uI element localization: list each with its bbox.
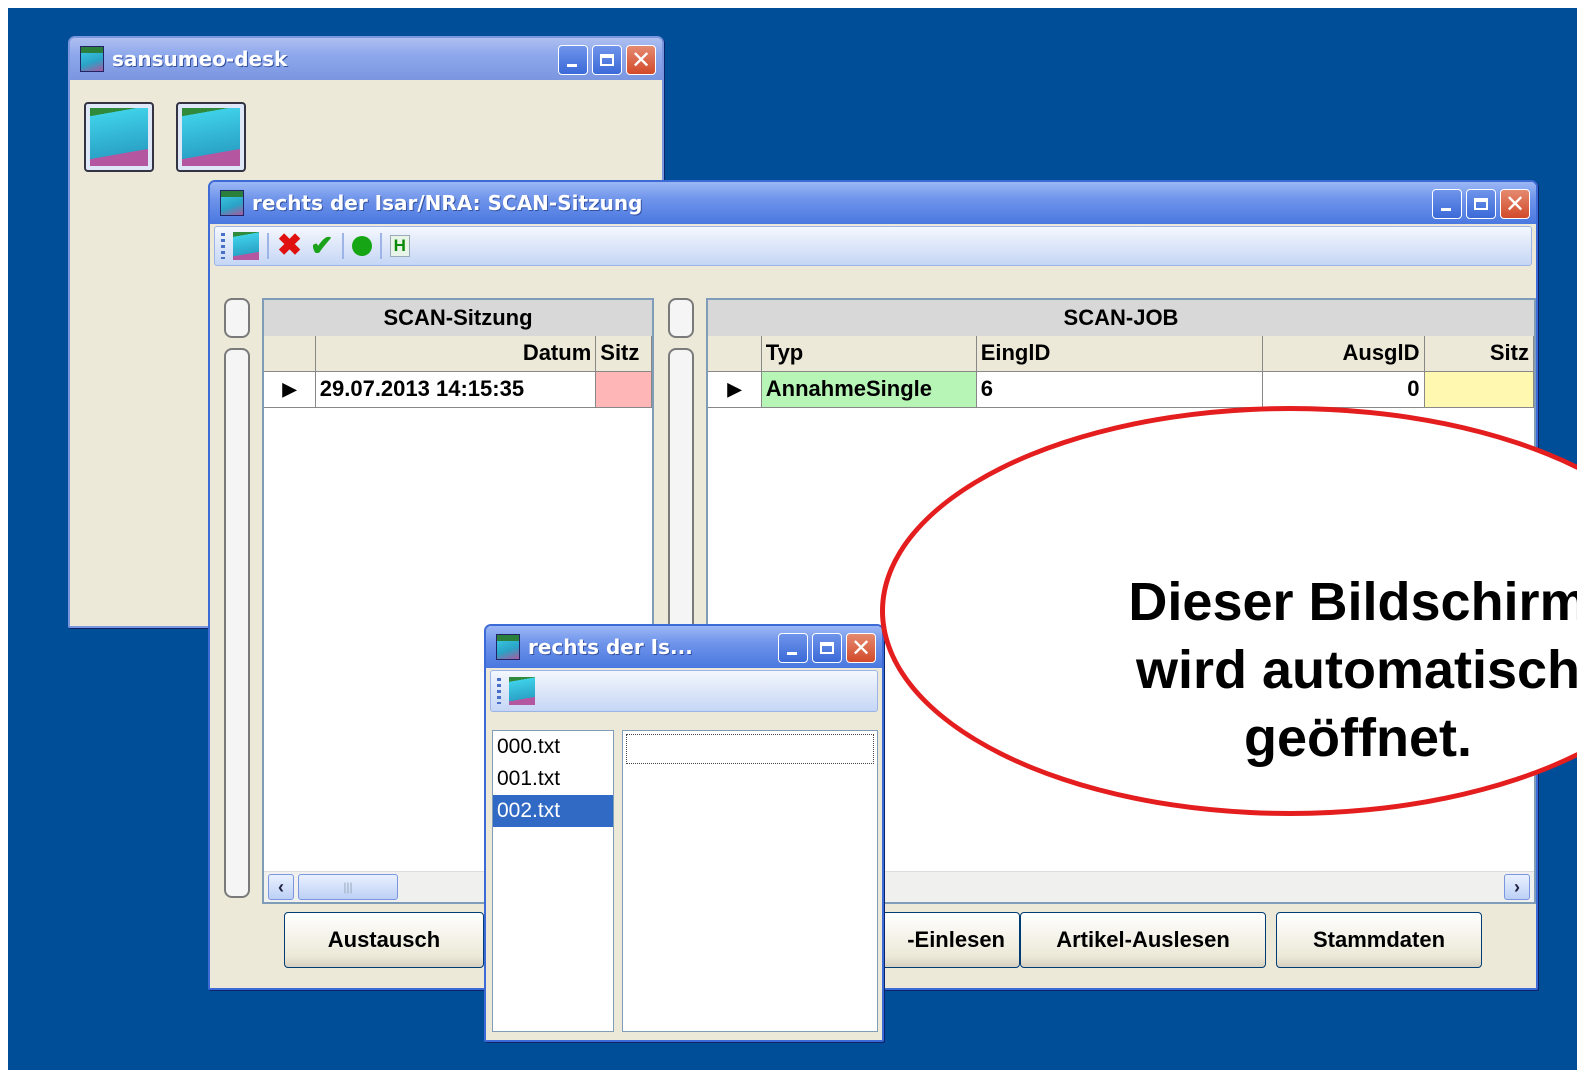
minimize-icon <box>1441 208 1451 211</box>
app-icon <box>220 190 244 216</box>
app-icon[interactable] <box>509 677 535 705</box>
grid-title: SCAN-JOB <box>708 300 1534 337</box>
close-button[interactable]: ✕ <box>626 45 656 75</box>
maximize-button[interactable] <box>592 45 622 75</box>
left-splitter-top[interactable] <box>224 298 250 338</box>
artikel-auslesen-button[interactable]: Artikel-Auslesen <box>1020 912 1266 968</box>
list-item-selected[interactable]: 002.txt <box>493 795 613 827</box>
cell-datum[interactable]: 29.07.2013 14:15:35 <box>315 372 597 408</box>
maximize-icon <box>600 54 614 66</box>
scroll-thumb[interactable]: ||| <box>298 874 398 900</box>
austausch-button[interactable]: Austausch <box>284 912 484 968</box>
grid-title: SCAN-Sitzung <box>264 300 652 337</box>
focus-rectangle <box>626 734 874 764</box>
column-header-datum[interactable]: Datum <box>315 336 597 372</box>
app-icon <box>496 634 520 660</box>
close-icon: ✕ <box>630 46 652 74</box>
close-button[interactable]: ✕ <box>1500 189 1530 219</box>
cell-ausgid[interactable]: 0 <box>1263 372 1425 408</box>
grid-header: Typ EinglD AusglD Sitz <box>708 336 1534 372</box>
toolbar-grip[interactable] <box>221 233 225 259</box>
scan-titlebar[interactable]: rechts der Isar/NRA: SCAN-Sitzung ✕ <box>210 182 1536 224</box>
desk-window-title: sansumeo-desk <box>112 47 288 71</box>
scan-toolbar: ✖ ✔ H <box>214 226 1532 266</box>
minimize-icon <box>787 652 797 655</box>
file-window-title: rechts der Is... <box>528 635 693 659</box>
grid-header: Datum Sitz <box>264 336 652 372</box>
maximize-icon <box>1474 198 1488 210</box>
row-indicator-icon: ▶ <box>264 372 316 408</box>
callout-text: Dieser Bildschirm wird automatisch geöff… <box>1128 572 1577 768</box>
list-item[interactable]: 001.txt <box>493 763 613 795</box>
minimize-button[interactable] <box>1432 189 1462 219</box>
green-dot-icon[interactable] <box>351 236 372 256</box>
indicator-header <box>264 336 316 372</box>
file-window: rechts der Is... ✕ 000.txt 001.txt 002.t… <box>484 624 884 1042</box>
column-header-ausgid[interactable]: AusglD <box>1263 336 1425 372</box>
desktop: sansumeo-desk ✕ rechts der Isar/NRA: SCA… <box>8 8 1577 1070</box>
toolbar-separator <box>379 233 382 259</box>
table-row[interactable]: ▶ AnnahmeSingle 6 0 <box>708 372 1534 408</box>
left-vertical-scrollbar[interactable] <box>224 348 250 898</box>
close-icon: ✕ <box>1504 190 1526 218</box>
cell-sitz[interactable] <box>1424 372 1534 408</box>
scroll-left-icon[interactable]: ‹ <box>268 874 294 900</box>
close-icon: ✕ <box>850 634 872 662</box>
app-icon[interactable] <box>233 232 259 260</box>
right-splitter-top[interactable] <box>668 298 694 338</box>
stammdaten-button[interactable]: Stammdaten <box>1276 912 1482 968</box>
toolbar-grip[interactable] <box>497 678 501 704</box>
row-indicator-icon: ▶ <box>708 372 762 408</box>
app-icon <box>90 108 148 166</box>
cell-sitz[interactable] <box>596 372 652 408</box>
h-icon[interactable]: H <box>389 235 410 257</box>
desk-app-icon-1[interactable] <box>84 102 154 172</box>
column-header-eingid[interactable]: EinglD <box>976 336 1264 372</box>
toolbar-separator <box>267 233 269 259</box>
maximize-button[interactable] <box>812 633 842 663</box>
desk-titlebar[interactable]: sansumeo-desk ✕ <box>70 38 662 80</box>
table-row[interactable]: ▶ 29.07.2013 14:15:35 <box>264 372 652 408</box>
scan-window-title: rechts der Isar/NRA: SCAN-Sitzung <box>252 191 643 215</box>
app-icon <box>182 108 240 166</box>
column-header-sitz[interactable]: Sitz <box>596 336 652 372</box>
scroll-right-icon[interactable]: › <box>1504 874 1530 900</box>
list-item[interactable]: 000.txt <box>493 731 613 763</box>
maximize-icon <box>820 642 834 654</box>
file-toolbar <box>490 670 878 712</box>
minimize-button[interactable] <box>558 45 588 75</box>
app-icon <box>80 46 104 72</box>
desk-app-icon-2[interactable] <box>176 102 246 172</box>
close-button[interactable]: ✕ <box>846 633 876 663</box>
check-green-icon[interactable]: ✔ <box>310 232 333 260</box>
cell-typ[interactable]: AnnahmeSingle <box>761 372 977 408</box>
minimize-button[interactable] <box>778 633 808 663</box>
file-list[interactable]: 000.txt 001.txt 002.txt <box>492 730 614 1032</box>
cell-eingid[interactable]: 6 <box>976 372 1264 408</box>
toolbar-separator <box>341 233 344 259</box>
indicator-header <box>708 336 762 372</box>
file-content-view[interactable] <box>622 730 878 1032</box>
file-titlebar[interactable]: rechts der Is... ✕ <box>486 626 882 668</box>
column-header-sitz[interactable]: Sitz <box>1424 336 1534 372</box>
maximize-button[interactable] <box>1466 189 1496 219</box>
minimize-icon <box>567 64 577 67</box>
column-header-typ[interactable]: Typ <box>761 336 977 372</box>
close-red-x-icon[interactable]: ✖ <box>277 231 302 261</box>
